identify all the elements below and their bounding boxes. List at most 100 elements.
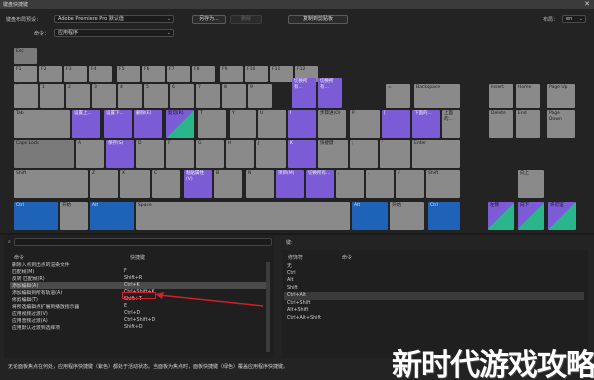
key-j[interactable]: J: [256, 140, 286, 168]
key-space[interactable]: Space: [136, 202, 350, 230]
key-backtick[interactable]: `: [14, 84, 38, 108]
key-d[interactable]: D: [136, 140, 164, 168]
key-n[interactable]: N: [246, 170, 274, 198]
key-g[interactable]: G: [196, 140, 224, 168]
key-enter[interactable]: Enter: [412, 140, 460, 168]
key-ctrl-right[interactable]: Ctrl: [428, 202, 460, 230]
key-w[interactable]: 设置下...: [104, 110, 132, 138]
key-win-right[interactable]: 开始: [390, 202, 424, 230]
command-dropdown[interactable]: 应用程序 ⌄: [54, 29, 174, 37]
key-tab[interactable]: Tab: [14, 110, 70, 138]
table-row[interactable]: 应用音频过渡(A) Ctrl+Shift+D: [10, 317, 268, 324]
save-as-button[interactable]: 另存为...: [192, 15, 226, 24]
key-u[interactable]: U: [258, 110, 286, 138]
key-period[interactable]: ,: [336, 170, 364, 198]
table-row[interactable]: Shift: [284, 285, 584, 293]
key-f11[interactable]: F11: [270, 66, 293, 82]
key-3[interactable]: 3: [92, 84, 116, 108]
table-row[interactable]: 应用默认过渡到选择项 Shift+D: [10, 324, 268, 331]
table-row[interactable]: Alt: [284, 277, 584, 285]
key-1[interactable]: 1: [40, 84, 64, 108]
key-e[interactable]: 删除(E): [134, 110, 162, 138]
key-f1[interactable]: F1: [14, 66, 37, 82]
key-7[interactable]: 7: [196, 84, 220, 108]
key-y[interactable]: Y: [230, 110, 256, 138]
key-arrow-left[interactable]: 左侧: [488, 202, 514, 230]
key-caps-lock[interactable]: Caps Lock: [14, 140, 74, 168]
table-row[interactable]: Alt+Shift: [284, 307, 584, 315]
key-ctrl-left[interactable]: Ctrl: [14, 202, 58, 230]
key-backspace[interactable]: Backspace: [414, 84, 460, 108]
preset-dropdown[interactable]: Adobe Premiere Pro 默认值 ⌄: [54, 15, 174, 23]
key-5[interactable]: 5: [144, 84, 168, 108]
key-t[interactable]: T: [198, 110, 226, 138]
key-k[interactable]: K: [288, 140, 316, 168]
key-end[interactable]: End: [516, 110, 540, 138]
key-delete[interactable]: Delete: [489, 110, 513, 138]
key-f3[interactable]: F3: [64, 66, 87, 82]
key-f[interactable]: F: [166, 140, 194, 168]
key-equals[interactable]: =: [386, 84, 410, 108]
table-row[interactable]: 删除入点到出点的渲染文件: [10, 261, 268, 268]
table-row[interactable]: 无: [284, 262, 584, 270]
key-8[interactable]: 8: [222, 84, 246, 108]
key-2[interactable]: 2: [66, 84, 90, 108]
layout-dropdown[interactable]: en ⌄: [562, 15, 586, 23]
table-row[interactable]: 反转 匹配帧(R) Shift+R: [10, 275, 268, 282]
key-l[interactable]: 快捷键: [318, 140, 348, 168]
key-arrow-down[interactable]: 向下: [518, 202, 544, 230]
key-f7[interactable]: F7: [167, 66, 190, 82]
key-9[interactable]: 9: [248, 84, 272, 108]
key-f10[interactable]: F10: [245, 66, 268, 82]
key-m[interactable]: 项目(M): [276, 170, 304, 198]
key-page-down[interactable]: Page Down: [547, 110, 575, 138]
key-s[interactable]: 保存(S): [106, 140, 134, 168]
copy-to-clipboard-button[interactable]: 复制到剪贴板: [288, 15, 348, 24]
delete-button[interactable]: 删除: [230, 15, 262, 24]
key-c[interactable]: C: [152, 170, 180, 198]
key-esc[interactable]: Esc: [14, 48, 37, 64]
command-scrollbar[interactable]: [266, 262, 270, 352]
key-alt-left[interactable]: Alt: [90, 202, 134, 230]
key-quote[interactable]: ': [380, 140, 410, 168]
close-icon[interactable]: ✕: [584, 0, 590, 8]
key-left-bracket[interactable]: [: [382, 110, 410, 138]
key-f2[interactable]: F2: [39, 66, 62, 82]
key-question[interactable]: /: [396, 170, 424, 198]
key-minus[interactable]: 切换所有...: [318, 78, 342, 108]
table-row-selected[interactable]: Ctrl+Alt: [284, 292, 584, 300]
key-h[interactable]: H: [226, 140, 254, 168]
key-f9[interactable]: F9: [220, 66, 243, 82]
key-comma[interactable]: 切换所有...: [306, 170, 334, 198]
table-row[interactable]: 应用视频过渡(V) Ctrl+D: [10, 310, 268, 317]
key-home[interactable]: Home: [516, 84, 540, 108]
search-icon[interactable]: ⌕: [8, 239, 11, 245]
key-shift-right[interactable]: Shift: [426, 170, 460, 198]
key-6[interactable]: 6: [170, 84, 194, 108]
key-arrow-right[interactable]: 许可证: [548, 202, 576, 230]
key-shift-left[interactable]: Shift: [14, 170, 88, 198]
key-f4[interactable]: F4: [89, 66, 112, 82]
key-i[interactable]: I: [288, 110, 316, 138]
key-f5[interactable]: F5: [117, 66, 140, 82]
key-z[interactable]: Z: [90, 170, 118, 198]
key-right-bracket[interactable]: 下面的...: [412, 110, 440, 138]
search-input[interactable]: [14, 238, 272, 246]
table-row-selected[interactable]: 添加编辑(A) Ctrl+K: [10, 282, 268, 289]
table-row[interactable]: Ctrl: [284, 270, 584, 278]
key-v[interactable]: 粘贴属性(V): [184, 170, 212, 198]
key-insert[interactable]: Insert: [489, 84, 513, 108]
key-page-up[interactable]: Page Up: [547, 84, 575, 108]
key-p[interactable]: P: [350, 110, 380, 138]
table-row[interactable]: 匹配帧(M) F: [10, 268, 268, 275]
key-slash[interactable]: .: [366, 170, 394, 198]
key-arrow-up[interactable]: 向上: [518, 170, 544, 198]
key-4[interactable]: 4: [118, 84, 142, 108]
key-a[interactable]: A: [76, 140, 104, 168]
key-win-left[interactable]: 开始: [60, 202, 88, 230]
key-alt-right[interactable]: Alt: [352, 202, 388, 230]
key-r[interactable]: 剪切(R): [166, 110, 194, 138]
key-o[interactable]: 步骤进(O): [318, 110, 346, 138]
key-semicolon[interactable]: ;: [350, 140, 378, 168]
key-f6[interactable]: F6: [142, 66, 165, 82]
